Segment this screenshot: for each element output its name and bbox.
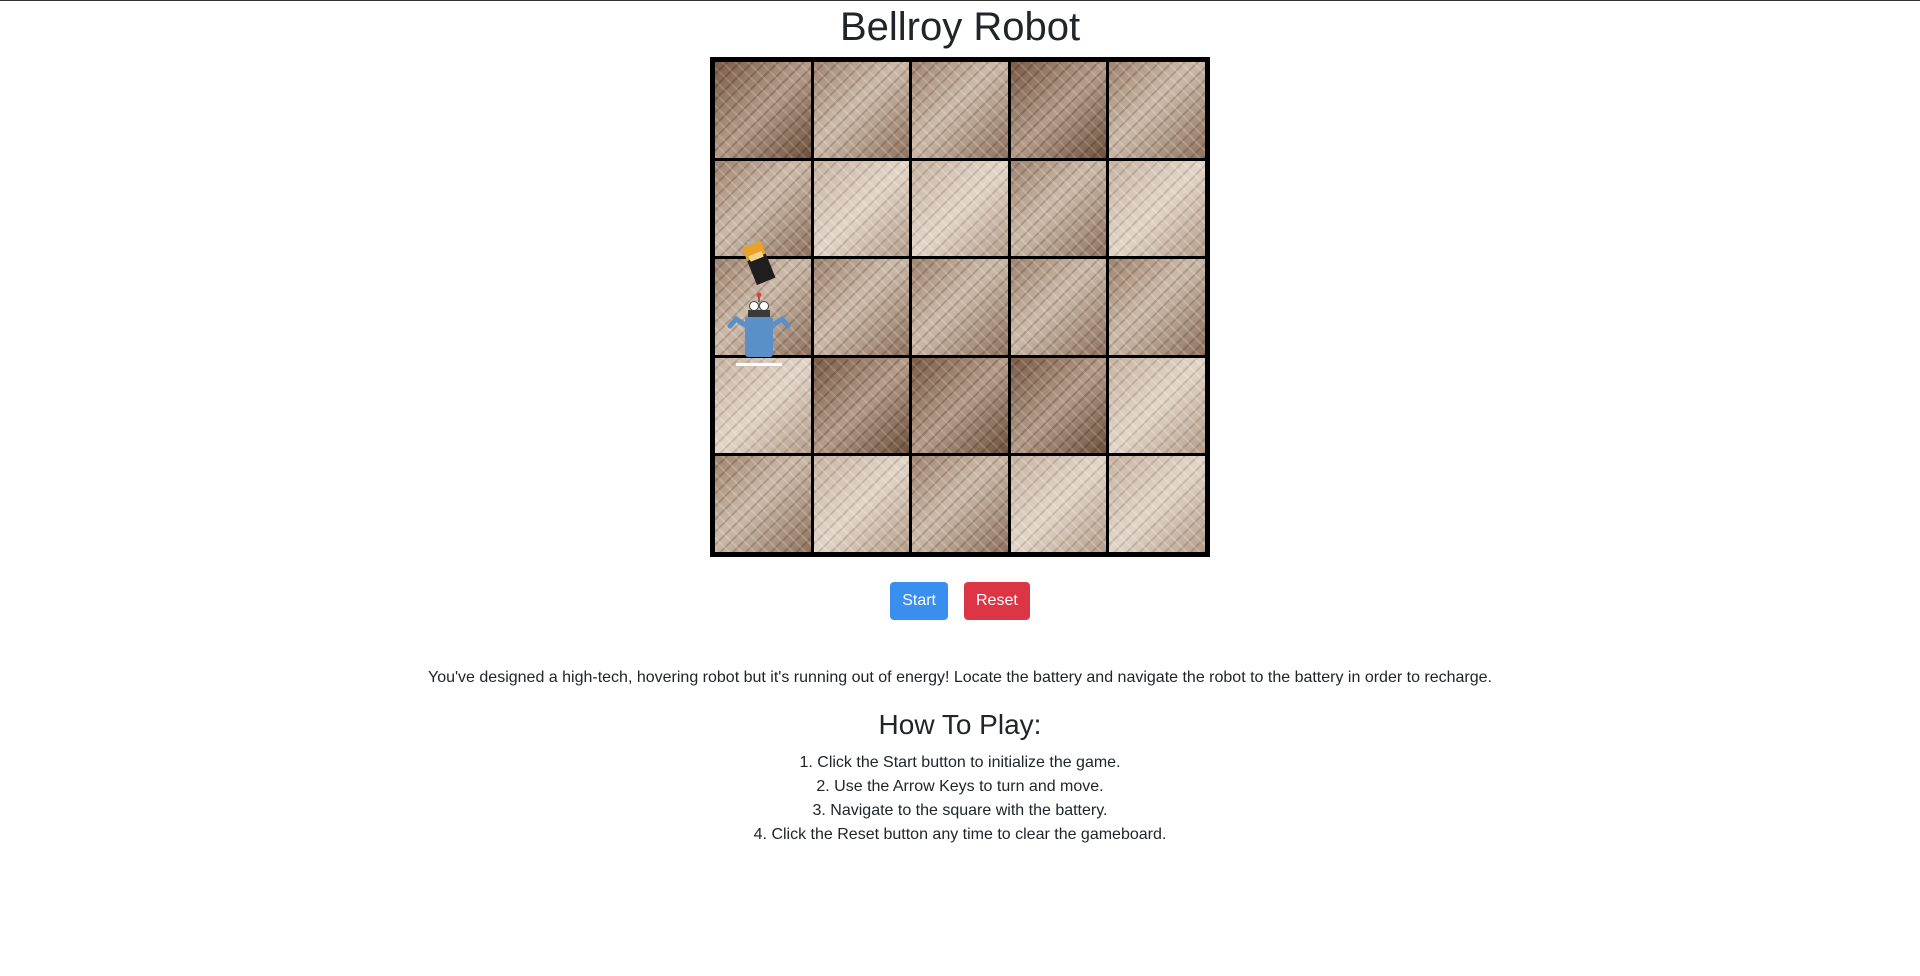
board-cell-5-1: [715, 456, 811, 552]
board-cell-4-3: [912, 357, 1008, 454]
board-cell-3-5: [1109, 259, 1205, 355]
board-cell-1-2: [813, 62, 910, 158]
board-cell-3-2: [813, 259, 910, 355]
board-cell-4-2: [813, 357, 910, 454]
board-cell-5-5: [1109, 456, 1205, 552]
game-controls: Start Reset: [0, 582, 1920, 620]
page-title: Bellroy Robot: [839, 5, 1081, 49]
instruction-step: 4. Click the Reset button any time to cl…: [753, 826, 1167, 843]
board-cell-5-4: [1010, 456, 1107, 552]
instruction-step: 2. Use the Arrow Keys to turn and move.: [816, 778, 1104, 795]
game-board: [710, 57, 1210, 557]
board-cell-5-2: [813, 456, 910, 552]
intro-text: You've designed a high-tech, hovering ro…: [428, 669, 1492, 686]
instruction-step: 1. Click the Start button to initialize …: [799, 754, 1121, 771]
how-to-play-heading: How To Play:: [878, 709, 1042, 740]
board-cell-2-5: [1109, 160, 1205, 257]
board-cell-3-3: [912, 259, 1008, 355]
board-cell-1-1: [715, 62, 811, 158]
board-cell-4-4: [1010, 357, 1107, 454]
board-cell-3-4: [1010, 259, 1107, 355]
instruction-step: 3. Navigate to the square with the batte…: [812, 802, 1108, 819]
board-cell-4-1: [715, 357, 811, 454]
board-cell-1-5: [1109, 62, 1205, 158]
board-cell-2-4: [1010, 160, 1107, 257]
board-cell-1-4: [1010, 62, 1107, 158]
board-cell-4-5: [1109, 357, 1205, 454]
robot-icon: [727, 292, 791, 366]
page: Bellroy Robot Start Reset You've designe…: [0, 0, 1920, 976]
instructions-list: 1. Click the Start button to initialize …: [0, 751, 1920, 847]
reset-button[interactable]: Reset: [964, 582, 1030, 620]
board-cell-2-3: [912, 160, 1008, 257]
board-cell-2-2: [813, 160, 910, 257]
board-cell-1-3: [912, 62, 1008, 158]
board-cell-5-3: [912, 456, 1008, 552]
start-button[interactable]: Start: [890, 582, 948, 620]
